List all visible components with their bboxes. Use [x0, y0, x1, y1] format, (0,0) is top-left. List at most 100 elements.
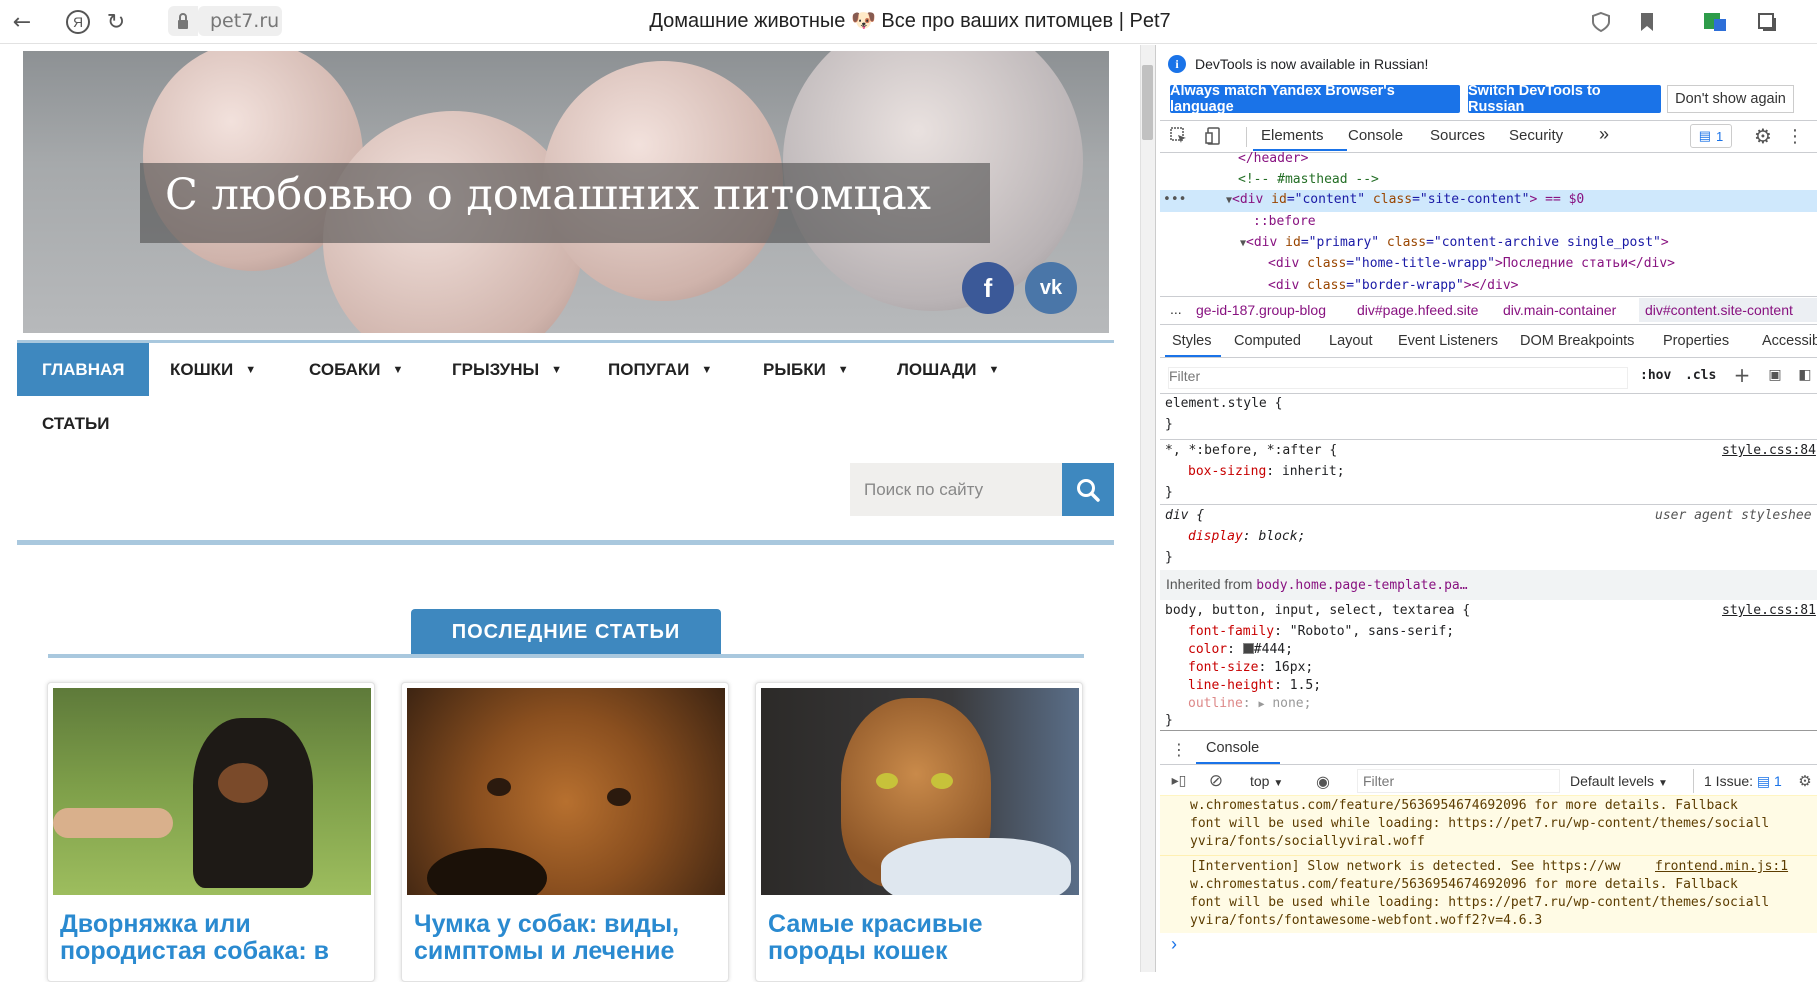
show-sidebar-icon[interactable]: ▸▯	[1168, 770, 1190, 792]
computed-styles-icon[interactable]: ▣	[1765, 364, 1785, 386]
style-rule-selector[interactable]: *, *:before, *:after {	[1165, 443, 1337, 458]
protect-icon[interactable]	[1585, 6, 1617, 38]
style-declaration[interactable]: font-size: 16px;	[1188, 660, 1313, 675]
collections-icon[interactable]	[1751, 6, 1783, 38]
nav-item-articles[interactable]: СТАТЬИ	[17, 397, 134, 450]
cat-image[interactable]	[761, 688, 1079, 895]
console-settings-gear-icon[interactable]: ⚙	[1795, 770, 1815, 792]
log-levels-dropdown[interactable]: Default levels ▼	[1570, 773, 1668, 789]
article-card[interactable]: Чумка у собак: виды, симптомы и лечение	[401, 682, 729, 982]
context-selector[interactable]: top ▼	[1250, 773, 1283, 789]
subtab-accessibility[interactable]: Accessibi	[1762, 333, 1817, 349]
article-title[interactable]: Чумка у собак: виды, симптомы и лечение	[414, 911, 719, 965]
reload-icon[interactable]: ↻	[100, 6, 132, 38]
breadcrumb-item[interactable]: ge-id-187.group-blog	[1196, 302, 1326, 318]
style-declaration[interactable]: color: #444;	[1188, 642, 1293, 657]
nav-item-dogs[interactable]: СОБАКИ ▼	[284, 343, 428, 396]
switch-to-russian-button[interactable]: Switch DevTools to Russian	[1468, 83, 1661, 115]
address-bar[interactable]: pet7.ru	[198, 6, 282, 36]
dom-ellipsis-icon[interactable]: •••	[1163, 192, 1186, 207]
article-title[interactable]: Дворняжка или породистая собака: в	[60, 911, 365, 965]
toggle-sidebar-icon[interactable]: ◧	[1795, 364, 1815, 386]
style-source-link[interactable]: style.css:84	[1722, 443, 1816, 458]
lock-icon[interactable]	[168, 6, 198, 36]
console-source-link[interactable]: frontend.min.js:1	[1655, 859, 1788, 874]
nav-item-parrots[interactable]: ПОПУГАИ ▼	[583, 343, 737, 396]
dog-image[interactable]	[53, 688, 371, 895]
back-arrow-icon[interactable]: ←	[6, 6, 38, 38]
console-issues-link[interactable]: 1 Issue: ▤ 1	[1704, 773, 1782, 790]
style-declaration[interactable]: line-height: 1.5;	[1188, 678, 1321, 693]
tab-sources[interactable]: Sources	[1430, 127, 1485, 144]
breadcrumb-item-active[interactable]: div#content.site-content	[1645, 302, 1793, 318]
tab-security[interactable]: Security	[1509, 127, 1563, 144]
style-declaration[interactable]: font-family: "Roboto", sans-serif;	[1188, 624, 1454, 639]
always-match-language-button[interactable]: Always match Yandex Browser's language	[1170, 83, 1460, 115]
page-scrollbar[interactable]	[1140, 45, 1155, 972]
drawer-tab-console[interactable]: Console	[1206, 740, 1259, 756]
breadcrumb-item[interactable]: div#page.hfeed.site	[1357, 302, 1478, 318]
drawer-menu-icon[interactable]: ⋮	[1171, 737, 1187, 761]
search-input[interactable]: Поиск по сайту	[850, 463, 1062, 516]
style-rule-selector[interactable]: body, button, input, select, textarea {	[1165, 603, 1470, 618]
dom-line[interactable]: </header>	[1238, 151, 1308, 166]
article-card[interactable]: Дворняжка или породистая собака: в	[47, 682, 375, 982]
caret-down-icon: ▼	[551, 363, 563, 376]
more-tabs-icon[interactable]: »	[1599, 124, 1609, 145]
vk-icon[interactable]: vk	[1025, 262, 1077, 314]
kebab-menu-icon[interactable]: ⋮	[1785, 124, 1805, 148]
settings-gear-icon[interactable]: ⚙	[1751, 124, 1775, 148]
extension-icon[interactable]	[1699, 6, 1731, 38]
style-declaration[interactable]: display: block;	[1188, 529, 1305, 544]
subtab-styles[interactable]: Styles	[1172, 333, 1212, 349]
dom-line[interactable]: <div class="home-title-wrapp">Последние …	[1268, 256, 1675, 271]
dog-image[interactable]	[407, 688, 725, 895]
subtab-properties[interactable]: Properties	[1663, 333, 1729, 349]
breadcrumb-item[interactable]: div.main-container	[1503, 302, 1616, 318]
page-scrollbar-thumb[interactable]	[1142, 65, 1153, 140]
dom-line[interactable]: ▼<div id="primary" class="content-archiv…	[1240, 235, 1669, 250]
style-declaration-muted[interactable]: outline: ▶ none;	[1188, 696, 1311, 711]
bookmark-icon[interactable]	[1631, 6, 1663, 38]
issues-counter[interactable]: ▤ 1	[1690, 124, 1732, 148]
new-style-rule-icon[interactable]: +	[1732, 363, 1752, 387]
article-card[interactable]: Самые красивые породы кошек	[755, 682, 1083, 982]
console-prompt[interactable]: ›	[1171, 934, 1177, 955]
color-swatch[interactable]	[1242, 643, 1254, 654]
subtab-computed[interactable]: Computed	[1234, 333, 1301, 349]
style-declaration[interactable]: box-sizing: inherit;	[1188, 464, 1345, 479]
cls-toggle[interactable]: .cls	[1685, 368, 1716, 383]
nav-item-fish[interactable]: РЫБКИ ▼	[738, 343, 874, 396]
console-input[interactable]	[1190, 934, 1800, 958]
style-rule-selector[interactable]: element.style {	[1165, 396, 1282, 411]
breadcrumb-ellipsis[interactable]: ...	[1170, 301, 1182, 317]
dom-line-selected[interactable]: ▼<div id="content" class="site-content">…	[1226, 192, 1584, 207]
dom-comment[interactable]: <!-- #masthead -->	[1238, 172, 1379, 187]
device-toolbar-icon[interactable]	[1203, 125, 1225, 147]
style-rule-selector[interactable]: div {	[1165, 508, 1204, 523]
styles-filter-input[interactable]: Filter	[1168, 367, 1628, 389]
nav-item-cats[interactable]: КОШКИ ▼	[145, 343, 281, 396]
hov-toggle[interactable]: :hov	[1640, 368, 1671, 383]
dom-line[interactable]: <div class="border-wrapp"></div>	[1268, 278, 1518, 293]
subtab-event-listeners[interactable]: Event Listeners	[1398, 333, 1498, 349]
inspect-element-icon[interactable]	[1168, 125, 1190, 147]
tab-console[interactable]: Console	[1348, 127, 1403, 144]
console-filter-input[interactable]: Filter	[1357, 769, 1560, 793]
yandex-logo-icon[interactable]: Я	[62, 6, 94, 38]
style-source-link[interactable]: style.css:81	[1722, 603, 1816, 618]
subtab-layout[interactable]: Layout	[1329, 333, 1373, 349]
dom-pseudo[interactable]: ::before	[1253, 214, 1316, 229]
facebook-icon[interactable]: f	[962, 262, 1014, 314]
article-title[interactable]: Самые красивые породы кошек	[768, 911, 1073, 965]
nav-item-rodents[interactable]: ГРЫЗУНЫ ▼	[427, 343, 587, 396]
nav-item-home[interactable]: ГЛАВНАЯ	[17, 343, 150, 396]
search-icon[interactable]	[1062, 463, 1114, 516]
nav-item-horses[interactable]: ЛОШАДИ ▼	[872, 343, 1024, 396]
tab-elements[interactable]: Elements	[1261, 127, 1324, 144]
live-expression-eye-icon[interactable]: ◉	[1311, 770, 1335, 792]
subtab-dom-breakpoints[interactable]: DOM Breakpoints	[1520, 333, 1634, 349]
dont-show-again-button[interactable]: Don't show again	[1667, 85, 1794, 113]
inherited-selector[interactable]: body.home.page-template.pa…	[1256, 578, 1467, 593]
clear-console-icon[interactable]: ⊘	[1205, 770, 1227, 792]
